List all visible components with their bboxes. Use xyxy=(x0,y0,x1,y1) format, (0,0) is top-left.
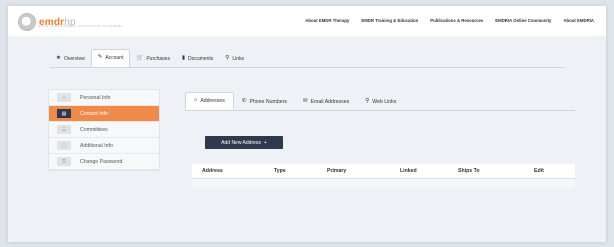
sidebar-item-personal-info[interactable]: ☺ Personal Info xyxy=(49,90,159,106)
tab-addresses[interactable]: ⌂ Addresses xyxy=(185,92,234,110)
star-icon: ★ xyxy=(56,55,61,62)
link-icon: ⚲ xyxy=(365,98,370,105)
user-icon: ☺ xyxy=(57,93,71,102)
tab-overview[interactable]: ★ Overview xyxy=(50,51,91,67)
column-type[interactable]: Type xyxy=(274,168,286,174)
tab-label: Overview xyxy=(63,56,85,62)
address-card-icon: ▤ xyxy=(57,109,71,118)
logo-icon xyxy=(18,13,36,31)
sidebar-item-committees[interactable]: ☷ Committees xyxy=(49,122,159,138)
add-address-label: Add New Address xyxy=(221,139,261,146)
subtab-label: Email Addresses xyxy=(310,99,350,105)
top-navigation: About EMDR Therapy EMDR Training & Educa… xyxy=(305,18,594,23)
add-address-button[interactable]: Add New Address + xyxy=(205,136,283,149)
column-edit[interactable]: Edit xyxy=(534,168,544,174)
sidebar-item-label: Change Password xyxy=(80,158,123,165)
tabs-divider xyxy=(50,67,564,68)
edit-icon: ✎ xyxy=(97,54,103,61)
topnav-online-community[interactable]: EMDRIA Online Community xyxy=(495,18,551,23)
column-primary[interactable]: Primary xyxy=(327,168,346,174)
logo-tagline: EMDR HUMANITARIAN ASSISTANCE PROGRAMS xyxy=(38,24,123,28)
contact-subtabs: ⌂ Addresses ✆ Phone Numbers ✉ Email Addr… xyxy=(185,92,575,110)
tab-label: Account xyxy=(105,55,124,61)
plus-icon: + xyxy=(263,139,267,146)
topnav-about-emdr-therapy[interactable]: About EMDR Therapy xyxy=(305,18,349,23)
file-icon: ▮ xyxy=(181,55,185,62)
info-icon: ⓘ xyxy=(57,141,71,150)
page: emdrhp EMDR HUMANITARIAN ASSISTANCE PROG… xyxy=(8,6,606,242)
email-icon: ✉ xyxy=(302,98,308,105)
sidebar-item-contact-info[interactable]: ▤ Contact Info xyxy=(49,106,159,122)
key-icon: ⚿ xyxy=(57,157,71,166)
address-table-header: Address Type Primary Linked Ships To Edi… xyxy=(192,164,575,179)
column-address[interactable]: Address xyxy=(202,168,223,174)
subtab-label: Phone Numbers xyxy=(249,99,287,105)
tab-label: Purchases xyxy=(146,56,170,62)
site-logo[interactable]: emdrhp xyxy=(18,13,76,31)
sidebar-item-label: Additional Info xyxy=(80,142,113,149)
subtabs-divider xyxy=(185,110,575,111)
subtab-label: Addresses xyxy=(200,98,225,104)
tab-account[interactable]: ✎ Account xyxy=(90,49,131,67)
column-linked[interactable]: Linked xyxy=(400,168,417,174)
tab-phone-numbers[interactable]: ✆ Phone Numbers xyxy=(234,94,295,110)
topnav-publications-resources[interactable]: Publications & Resources xyxy=(430,18,483,23)
topnav-training-education[interactable]: EMDR Training & Education xyxy=(361,18,418,23)
column-ships-to[interactable]: Ships To xyxy=(458,168,480,174)
sidebar-item-label: Committees xyxy=(80,126,108,133)
subtab-label: Web Links xyxy=(372,99,397,105)
group-icon: ☷ xyxy=(57,125,71,134)
tab-links[interactable]: ⚲ Links xyxy=(219,51,250,67)
tab-web-links[interactable]: ⚲ Web Links xyxy=(357,94,404,110)
tab-label: Documents xyxy=(187,56,214,62)
sidebar-item-label: Personal Info xyxy=(80,94,111,101)
link-icon: ⚲ xyxy=(225,55,230,62)
tab-email-addresses[interactable]: ✉ Email Addresses xyxy=(295,94,357,110)
contact-info-panel: ⌂ Addresses ✆ Phone Numbers ✉ Email Addr… xyxy=(185,92,575,194)
tab-purchases[interactable]: 🛒 Purchases xyxy=(130,51,175,67)
phone-icon: ✆ xyxy=(241,98,247,105)
sidebar-item-additional-info[interactable]: ⓘ Additional Info xyxy=(49,138,159,154)
tab-documents[interactable]: ▮ Documents xyxy=(176,51,219,67)
sidebar-item-change-password[interactable]: ⚿ Change Password xyxy=(49,154,159,170)
home-icon: ⌂ xyxy=(194,97,198,104)
topnav-about-emdria[interactable]: About EMDRIA xyxy=(563,18,594,23)
site-header: emdrhp EMDR HUMANITARIAN ASSISTANCE PROG… xyxy=(8,6,606,36)
cart-icon: 🛒 xyxy=(136,55,144,62)
tab-label: Links xyxy=(232,56,244,62)
account-sidebar: ☺ Personal Info ▤ Contact Info ☷ Committ… xyxy=(48,89,160,171)
sidebar-item-label: Contact Info xyxy=(80,110,108,117)
address-table-empty-row xyxy=(192,179,575,189)
account-tabs: ★ Overview ✎ Account 🛒 Purchases ▮ Docum… xyxy=(50,49,250,67)
